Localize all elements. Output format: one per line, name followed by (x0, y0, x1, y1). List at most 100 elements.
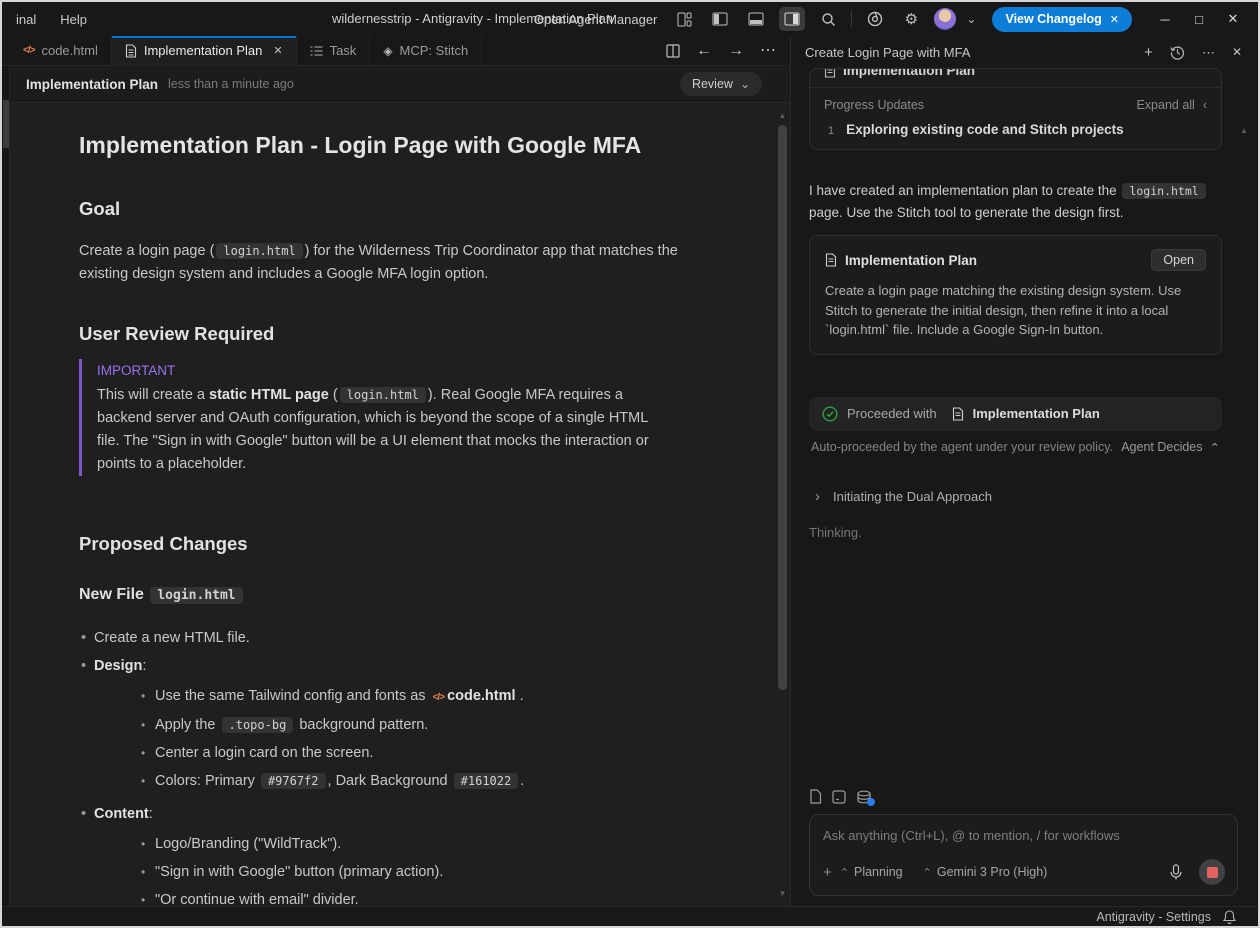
proceeded-doc-title: Implementation Plan (973, 406, 1100, 421)
expand-chevron-icon: ‹ (1203, 98, 1207, 112)
toggle-bottom-panel-icon[interactable] (743, 7, 769, 31)
model-selector[interactable]: ⌃ Gemini 3 Pro (High) (923, 865, 1048, 879)
menu-item-help[interactable]: Help (52, 9, 95, 30)
list-item: Content: Logo/Branding ("WildTrack"). "S… (79, 803, 685, 906)
plan-card-description: Create a login page matching the existin… (825, 281, 1206, 340)
agent-decides-dropdown[interactable]: Agent Decides ⌃ (1121, 440, 1220, 455)
navigate-forward-icon[interactable]: → (728, 43, 744, 59)
expand-all-button[interactable]: Expand all ‹ (1136, 98, 1207, 112)
document-header: Implementation Plan less than a minute a… (2, 66, 790, 103)
user-avatar[interactable] (934, 8, 956, 30)
left-gutter (2, 66, 10, 906)
step-title: Exploring existing code and Stitch proje… (846, 122, 1124, 137)
tab-task[interactable]: Task (297, 36, 371, 65)
browser-icon[interactable] (862, 7, 888, 31)
scrollbar-thumb[interactable] (778, 125, 787, 690)
check-circle-icon (822, 406, 838, 422)
document-icon (824, 68, 836, 78)
maximize-button[interactable]: □ (1182, 6, 1216, 32)
chat-input[interactable] (823, 828, 1225, 843)
microphone-icon[interactable] (1169, 864, 1183, 881)
settings-gear-icon[interactable]: ⚙ (898, 7, 924, 31)
terminal-icon[interactable] (832, 790, 846, 804)
tab-mcp-stitch[interactable]: ◈ MCP: Stitch (370, 36, 482, 65)
history-icon[interactable] (1170, 45, 1185, 60)
split-editor-icon[interactable] (666, 44, 680, 58)
customize-layout-icon[interactable] (671, 7, 697, 31)
agent-message: I have created an implementation plan to… (809, 180, 1213, 223)
tab-code-html[interactable]: </> code.html (10, 36, 112, 65)
list-item: Colors: Primary #9767f2, Dark Background… (139, 770, 685, 793)
close-panel-icon[interactable]: ✕ (1232, 46, 1242, 58)
more-actions-icon[interactable]: ⋯ (760, 43, 776, 59)
code-file-icon: </> (23, 45, 34, 56)
account-chevron-icon[interactable]: ⌄ (966, 12, 976, 26)
close-window-button[interactable]: ✕ (1216, 6, 1250, 32)
dual-approach-collapsible[interactable]: › Initiating the Dual Approach (809, 488, 1222, 505)
plan-heading: Implementation Plan - Login Page with Go… (79, 134, 685, 157)
list-item: "Sign in with Google" button (primary ac… (139, 861, 685, 884)
auto-proceed-note: Auto-proceeded by the agent under your r… (811, 440, 1113, 454)
open-plan-button[interactable]: Open (1151, 249, 1206, 271)
document-timestamp: less than a minute ago (168, 77, 294, 91)
panel-more-icon[interactable]: ⋯ (1202, 46, 1215, 59)
goal-heading: Goal (79, 197, 685, 220)
list-item: Center a login card on the screen. (139, 742, 685, 765)
inline-code: #9767f2 (261, 773, 326, 789)
plan-card-title: Implementation Plan (845, 253, 977, 268)
navigate-back-icon[interactable]: ← (696, 43, 712, 59)
toggle-left-panel-icon[interactable] (707, 7, 733, 31)
close-tab-icon[interactable]: ✕ (273, 44, 282, 57)
thinking-status: Thinking. (809, 525, 1222, 540)
proceeded-banner[interactable]: Proceeded with Implementation Plan (809, 397, 1222, 431)
inline-code: login.html (216, 243, 302, 259)
caret-up-icon: ⌃ (923, 866, 932, 879)
list-item: Design: Use the same Tailwind config and… (79, 655, 685, 793)
knowledge-base-icon[interactable] (856, 790, 872, 804)
agent-panel-header: Create Login Page with MFA + ⋯ ✕ (791, 36, 1258, 68)
code-file-icon: </> (433, 692, 444, 703)
stop-square-icon (1207, 867, 1218, 878)
toggle-right-panel-icon[interactable] (779, 7, 805, 31)
add-context-icon[interactable]: + (823, 865, 832, 880)
settings-status-item[interactable]: Antigravity - Settings (1096, 910, 1211, 924)
scroll-down-icon[interactable]: ▼ (775, 889, 790, 898)
progress-step[interactable]: 1 Exploring existing code and Stitch pro… (810, 114, 1221, 149)
chat-input-box: + ⌃ Planning ⌃ Gemini 3 Pro (High) (809, 814, 1238, 896)
panel-scroll-up-icon[interactable]: ▲ (1240, 126, 1248, 135)
review-button[interactable]: Review ⌄ (680, 72, 762, 96)
scroll-up-icon[interactable]: ▲ (775, 111, 790, 120)
view-changelog-button[interactable]: View Changelog ✕ (992, 7, 1132, 32)
dismiss-changelog-icon[interactable]: ✕ (1110, 13, 1119, 26)
inline-code: .topo-bg (222, 717, 294, 733)
gutter-scroll-thumb[interactable] (3, 100, 9, 148)
list-item: Logo/Branding ("WildTrack"). (139, 833, 685, 856)
review-chevron-icon: ⌄ (740, 77, 750, 91)
titlebar: inal Help wildernesstrip - Antigravity -… (2, 2, 1258, 36)
tab-implementation-plan[interactable]: Implementation Plan ✕ (112, 36, 297, 65)
plan-artifact-row[interactable]: Implementation Plan (810, 68, 1221, 88)
inline-code: login.html (1122, 183, 1205, 199)
mode-selector[interactable]: ⌃ Planning (840, 865, 903, 879)
proposed-changes-heading: Proposed Changes (79, 532, 685, 555)
document-icon (125, 44, 137, 58)
notification-dot (867, 798, 875, 806)
notifications-bell-icon[interactable] (1223, 910, 1236, 924)
attach-file-icon[interactable] (809, 789, 822, 804)
window-title: wildernesstrip - Antigravity - Implement… (332, 11, 613, 26)
search-icon[interactable] (815, 7, 841, 31)
important-label: IMPORTANT (97, 359, 667, 382)
stop-button[interactable] (1199, 859, 1225, 885)
progress-updates-label: Progress Updates (824, 98, 924, 112)
new-conversation-icon[interactable]: + (1144, 45, 1153, 60)
minimize-button[interactable]: ─ (1148, 6, 1182, 32)
document-icon (825, 253, 837, 267)
document-scrollbar[interactable]: ▲ ▼ (775, 103, 790, 906)
stitch-icon: ◈ (383, 45, 392, 57)
menubar: inal Help (2, 9, 95, 30)
menu-item-terminal[interactable]: inal (8, 9, 44, 30)
inline-code: #161022 (454, 773, 519, 789)
document-title: Implementation Plan (26, 77, 158, 92)
agent-panel: Create Login Page with MFA + ⋯ ✕ ▲ Imple… (790, 36, 1258, 906)
implementation-plan-card: Implementation Plan Open Create a login … (809, 235, 1222, 355)
